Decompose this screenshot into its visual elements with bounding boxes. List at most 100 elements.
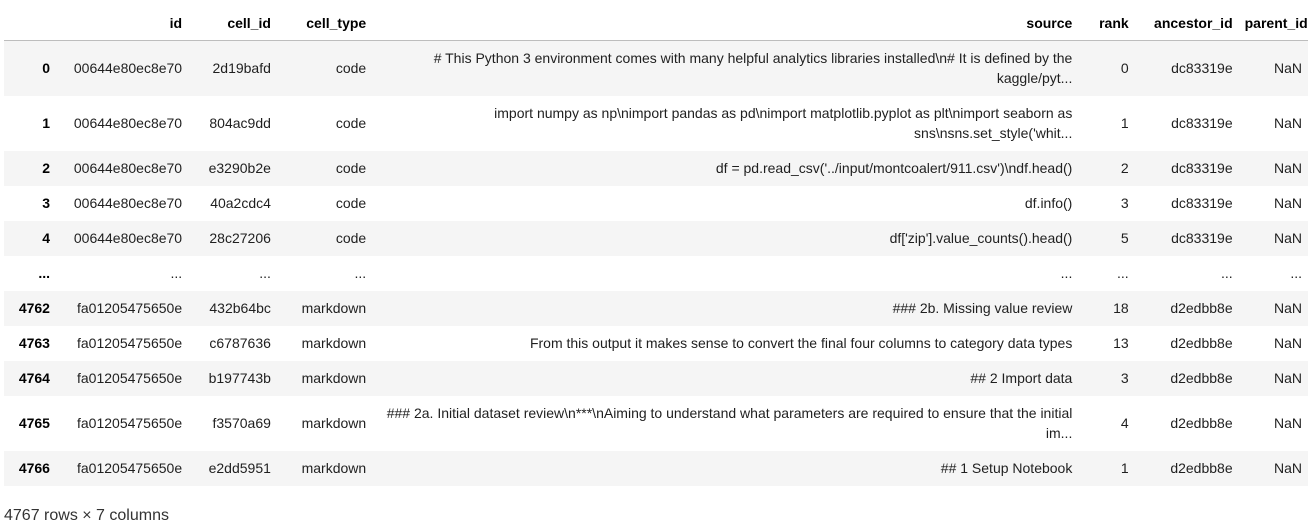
cell-cell-id: 432b64bc <box>209 300 271 316</box>
table-row: 4762 fa01205475650e 432b64bc markdown ### 2b… <box>4 290 1308 326</box>
cell-id: fa01205475650e <box>77 370 183 386</box>
cell-id: fa01205475650e <box>77 460 183 476</box>
column-header-id: id <box>55 6 189 41</box>
cell-cell-id: c6787636 <box>209 335 271 351</box>
cell-rank: 0 <box>1120 60 1129 77</box>
table-row: 0 00644e80ec8e70 2d19bafd code # This Python… <box>4 40 1308 96</box>
dataframe-table: id cell_id cell_type source rank ancestor_id p… <box>4 6 1308 486</box>
cell-ancestor-id: dc83319e <box>1171 115 1233 131</box>
table-row: 4765 fa01205475650e f3570a69 markdown ### 2a… <box>4 395 1308 451</box>
cell-cell-id: e3290b2e <box>208 160 271 176</box>
cell-parent-id: NaN <box>1273 230 1302 246</box>
cell-ancestor-id: dc83319e <box>1171 160 1233 176</box>
table-row: 4763 fa01205475650e c6787636 markdown From t… <box>4 325 1308 361</box>
cell-rank: 1 <box>1120 460 1129 476</box>
cell-cell-id: e2dd5951 <box>208 460 271 476</box>
cell-id: fa01205475650e <box>77 415 183 431</box>
cell-cell-type: code <box>335 160 367 176</box>
cell-rank: 18 <box>1113 300 1129 316</box>
column-header-rank: rank <box>1078 6 1135 41</box>
cell-parent-id: NaN <box>1273 460 1302 476</box>
cell-id: ... <box>170 265 183 281</box>
row-index: 2 <box>42 160 50 176</box>
cell-parent-id: NaN <box>1273 415 1302 431</box>
cell-parent-id: NaN <box>1273 160 1302 176</box>
table-row: 1 00644e80ec8e70 804ac9dd code import numpy … <box>4 95 1308 151</box>
cell-ancestor-id: dc83319e <box>1171 195 1233 211</box>
cell-cell-id: 804ac9dd <box>209 115 271 131</box>
cell-source: ### 2b. Missing value review <box>892 300 1073 316</box>
cell-source: ## 1 Setup Notebook <box>940 460 1073 476</box>
row-index: 0 <box>42 60 50 77</box>
row-index: 4 <box>42 230 50 246</box>
table-row: 3 00644e80ec8e70 40a2cdc4 code df.info() 3 dc8… <box>4 185 1308 221</box>
cell-cell-type: code <box>335 195 367 211</box>
row-index: 3 <box>42 195 50 211</box>
cell-cell-id: ... <box>259 265 271 281</box>
cell-cell-id: 2d19bafd <box>212 60 271 77</box>
row-index: 4766 <box>18 460 50 476</box>
row-index: 4762 <box>18 300 50 316</box>
cell-ancestor-id: d2edbb8e <box>1170 300 1233 316</box>
cell-ancestor-id: dc83319e <box>1171 60 1233 77</box>
cell-id: fa01205475650e <box>77 300 183 316</box>
cell-cell-type: markdown <box>301 300 367 316</box>
row-index: 1 <box>42 115 50 131</box>
cell-source: ... <box>1060 265 1073 281</box>
cell-ancestor-id: d2edbb8e <box>1170 460 1233 476</box>
column-header-index <box>4 6 56 41</box>
column-header-source: source <box>372 6 1079 41</box>
cell-id: 00644e80ec8e70 <box>73 115 183 131</box>
table-row: 4 00644e80ec8e70 28c27206 code df['zip'].val… <box>4 220 1308 256</box>
table-row: 4766 fa01205475650e e2dd5951 markdown ## 1 S… <box>4 450 1308 486</box>
cell-source: From this output it makes sense to conve… <box>529 335 1073 351</box>
cell-cell-type: markdown <box>301 460 367 476</box>
cell-source: ## 2 Import data <box>970 370 1073 386</box>
row-index: ... <box>38 265 50 281</box>
column-header-cell-id: cell_id <box>188 6 277 41</box>
cell-source: df = pd.read_csv('../input/montcoalert/9… <box>715 160 1073 176</box>
cell-rank: 13 <box>1113 335 1129 351</box>
cell-source: import numpy as np\nimport pandas as pd\… <box>494 105 1073 141</box>
cell-source: df['zip'].value_counts().head() <box>889 230 1073 246</box>
cell-parent-id: NaN <box>1273 370 1302 386</box>
row-index: 4764 <box>18 370 50 386</box>
cell-cell-id: 28c27206 <box>209 230 271 246</box>
column-header-parent-id: parent_id <box>1238 6 1308 41</box>
row-index: 4765 <box>18 415 50 431</box>
cell-id: 00644e80ec8e70 <box>73 60 183 77</box>
cell-cell-type: code <box>335 115 367 131</box>
cell-rank: 2 <box>1120 160 1129 176</box>
cell-parent-id: NaN <box>1273 195 1302 211</box>
cell-ancestor-id: d2edbb8e <box>1170 415 1233 431</box>
shape-summary: 4767 rows × 7 columns <box>4 507 169 524</box>
cell-cell-type: code <box>335 60 367 77</box>
cell-parent-id: ... <box>1290 265 1302 281</box>
cell-parent-id: NaN <box>1273 335 1302 351</box>
cell-id: 00644e80ec8e70 <box>73 230 183 246</box>
cell-rank: 4 <box>1120 415 1129 431</box>
ellipsis-row: ........................ <box>4 255 1308 291</box>
cell-cell-id: 40a2cdc4 <box>210 195 271 211</box>
cell-parent-id: NaN <box>1273 60 1302 77</box>
row-index: 4763 <box>18 335 50 351</box>
cell-source: # This Python 3 environment comes with m… <box>433 50 1073 87</box>
cell-cell-type: code <box>335 230 367 246</box>
dataframe-output: id cell_id cell_type source rank ancestor_id p… <box>0 0 1316 526</box>
cell-id: 00644e80ec8e70 <box>73 160 183 176</box>
cell-rank: ... <box>1116 265 1129 281</box>
cell-cell-type: markdown <box>301 415 367 431</box>
cell-id: fa01205475650e <box>77 335 183 351</box>
cell-cell-type: ... <box>354 265 367 281</box>
cell-id: 00644e80ec8e70 <box>73 195 183 211</box>
cell-cell-type: markdown <box>301 370 367 386</box>
cell-source: df.info() <box>1024 195 1073 211</box>
header-row: id cell_id cell_type source rank ancestor_id p… <box>4 6 1308 41</box>
table-row: 4764 fa01205475650e b197743b markdown ## 2 I… <box>4 360 1308 396</box>
column-header-cell-type: cell_type <box>276 6 373 41</box>
cell-rank: 3 <box>1120 370 1129 386</box>
column-header-ancestor-id: ancestor_id <box>1134 6 1239 41</box>
cell-parent-id: NaN <box>1273 300 1302 316</box>
cell-cell-type: markdown <box>301 335 367 351</box>
table-row: 2 00644e80ec8e70 e3290b2e code df = pd.read_… <box>4 150 1308 186</box>
